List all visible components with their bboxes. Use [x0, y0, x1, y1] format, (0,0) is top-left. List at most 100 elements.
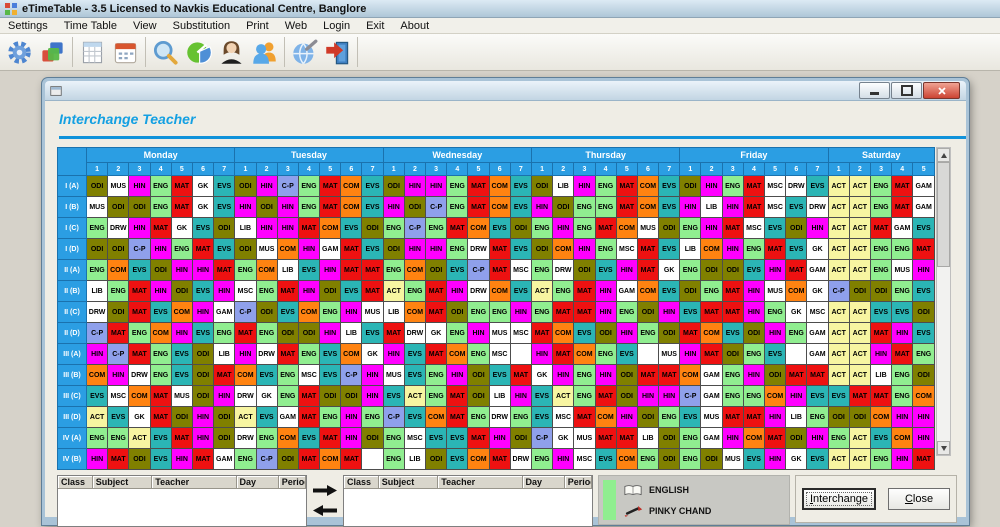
timetable-cell[interactable]: MAT: [573, 406, 596, 428]
timetable-cell[interactable]: HIN: [552, 364, 575, 386]
timetable-cell[interactable]: COM: [234, 364, 257, 386]
timetable-cell[interactable]: MAT: [721, 280, 744, 302]
timetable-cell[interactable]: ENG: [530, 448, 554, 470]
timetable-cell[interactable]: MUS: [636, 217, 660, 239]
timetable-cell[interactable]: MUS: [721, 448, 744, 470]
timetable-cell[interactable]: ODI: [636, 406, 660, 428]
timetable-cell[interactable]: ACT: [382, 280, 405, 302]
timetable-cell[interactable]: ODI: [658, 322, 681, 344]
timetable-cell[interactable]: ODI: [721, 343, 744, 365]
timetable-cell[interactable]: COM: [340, 175, 363, 197]
timetable-cell[interactable]: HIN: [234, 196, 257, 218]
timetable-cell[interactable]: EVS: [721, 322, 744, 344]
timetable-cell[interactable]: ENG: [742, 343, 766, 365]
timetable-cell[interactable]: C-P: [827, 280, 850, 302]
students-people-button[interactable]: [248, 36, 281, 69]
timetable-cell[interactable]: ODI: [149, 259, 172, 281]
timetable-cell[interactable]: ENG: [467, 343, 490, 365]
timetable-cell[interactable]: ENG: [679, 217, 702, 239]
timetable-cell[interactable]: ODI: [382, 238, 405, 260]
timetable-cell[interactable]: ODI: [213, 406, 236, 428]
timetable-cell[interactable]: GK: [658, 259, 681, 281]
timetable-cell[interactable]: MAT: [912, 448, 935, 470]
timetable-cell[interactable]: DRW: [509, 448, 532, 470]
timetable-cell[interactable]: ENG: [85, 217, 109, 239]
timetable-cell[interactable]: MAT: [446, 406, 469, 428]
timetable-cell[interactable]: HIN: [594, 364, 617, 386]
timetable-cell[interactable]: ODI: [234, 175, 257, 197]
timetable-cell[interactable]: EVS: [742, 259, 766, 281]
timetable-cell[interactable]: ENG: [361, 406, 384, 428]
timetable-cell[interactable]: EVS: [446, 427, 469, 449]
timetable-cell[interactable]: EVS: [107, 406, 130, 428]
timetable-cell[interactable]: MAT: [170, 175, 193, 197]
timetable-cell[interactable]: MAT: [891, 196, 914, 218]
timetable-cell[interactable]: COM: [573, 343, 596, 365]
timetable-cell[interactable]: COM: [636, 175, 660, 197]
timetable-cell[interactable]: DRW: [785, 175, 808, 197]
timetable-cell[interactable]: ENG: [573, 196, 596, 218]
timetable-cell[interactable]: ENG: [806, 406, 829, 428]
timetable-cell[interactable]: HIN: [552, 448, 575, 470]
timetable-cell[interactable]: DRW: [234, 427, 257, 449]
timetable-cell[interactable]: EVS: [149, 301, 172, 323]
timetable-cell[interactable]: EVS: [785, 196, 808, 218]
timetable-cell[interactable]: MAT: [319, 196, 342, 218]
timetable-cell[interactable]: DRW: [403, 322, 427, 344]
interchange-button[interactable]: Interchange: [801, 488, 877, 510]
timetable-cell[interactable]: MAT: [658, 364, 681, 386]
timetable-cell[interactable]: ODI: [255, 196, 278, 218]
settings-gear-button[interactable]: [3, 36, 36, 69]
timetable-cell[interactable]: LIB: [213, 343, 236, 365]
timetable-cell[interactable]: MUS: [85, 196, 109, 218]
app-titlebar[interactable]: eTimeTable - 3.5 Licensed to Navkis Educ…: [0, 0, 1000, 18]
timetable-cell[interactable]: ACT: [552, 385, 575, 407]
timetable-cell[interactable]: ENG: [679, 448, 702, 470]
timetable-cell[interactable]: C-P: [679, 385, 702, 407]
timetable-cell[interactable]: ODI: [191, 364, 215, 386]
timetable-cell[interactable]: EVS: [679, 406, 702, 428]
timetable-cell[interactable]: [509, 343, 532, 365]
list-column-header-subject[interactable]: Subject: [378, 476, 439, 489]
timetable-cell[interactable]: MAT: [785, 259, 808, 281]
timetable-cell[interactable]: ACT: [848, 343, 871, 365]
timetable-cell[interactable]: HIN: [912, 427, 935, 449]
timetable-cell[interactable]: ENG: [869, 259, 893, 281]
timetable-cell[interactable]: EVS: [170, 343, 193, 365]
timetable-cell[interactable]: HIN: [361, 385, 384, 407]
timetable-cell[interactable]: HIN: [191, 259, 215, 281]
scroll-down-button[interactable]: [937, 441, 950, 455]
timetable-cell[interactable]: MAT: [170, 427, 193, 449]
timetable-cell[interactable]: GK: [530, 364, 554, 386]
timetable-cell[interactable]: MAT: [446, 385, 469, 407]
timetable-cell[interactable]: ODI: [467, 385, 490, 407]
timetable-cell[interactable]: EVS: [785, 238, 808, 260]
timetable-cell[interactable]: MSC: [806, 301, 829, 323]
timetable-cell[interactable]: ENG: [297, 196, 321, 218]
timetable-cell[interactable]: EVS: [827, 385, 850, 407]
timetable-cell[interactable]: EVS: [530, 385, 554, 407]
timetable-cell[interactable]: EVS: [869, 301, 893, 323]
timetable-cell[interactable]: ENG: [234, 259, 257, 281]
timetable-cell[interactable]: HIN: [403, 238, 427, 260]
timetable-cell[interactable]: ODI: [234, 238, 257, 260]
timetable-cell[interactable]: COM: [340, 343, 363, 365]
timetable-cell[interactable]: ODI: [615, 364, 638, 386]
timetable-cell[interactable]: EVS: [382, 385, 405, 407]
timetable-cell[interactable]: COM: [488, 175, 511, 197]
timetable-cell[interactable]: HIN: [128, 217, 151, 239]
timetable-cell[interactable]: ODI: [848, 406, 871, 428]
timetable-cell[interactable]: EVS: [85, 385, 109, 407]
timetable-cell[interactable]: ENG: [530, 259, 554, 281]
timetable-cell[interactable]: MAT: [763, 427, 787, 449]
maximize-button[interactable]: [891, 82, 922, 99]
menu-item-about[interactable]: About: [392, 20, 437, 32]
timetable-cell[interactable]: EVS: [912, 322, 935, 344]
timetable-cell[interactable]: HIN: [424, 238, 448, 260]
timetable-cell[interactable]: MAT: [467, 196, 490, 218]
timetable-cell[interactable]: MAT: [340, 448, 363, 470]
timetable-cell[interactable]: EVS: [763, 343, 787, 365]
timetable-cell[interactable]: ODI: [213, 217, 236, 239]
list-column-header-class[interactable]: Class: [344, 476, 379, 489]
timetable-cell[interactable]: ENG: [891, 364, 914, 386]
